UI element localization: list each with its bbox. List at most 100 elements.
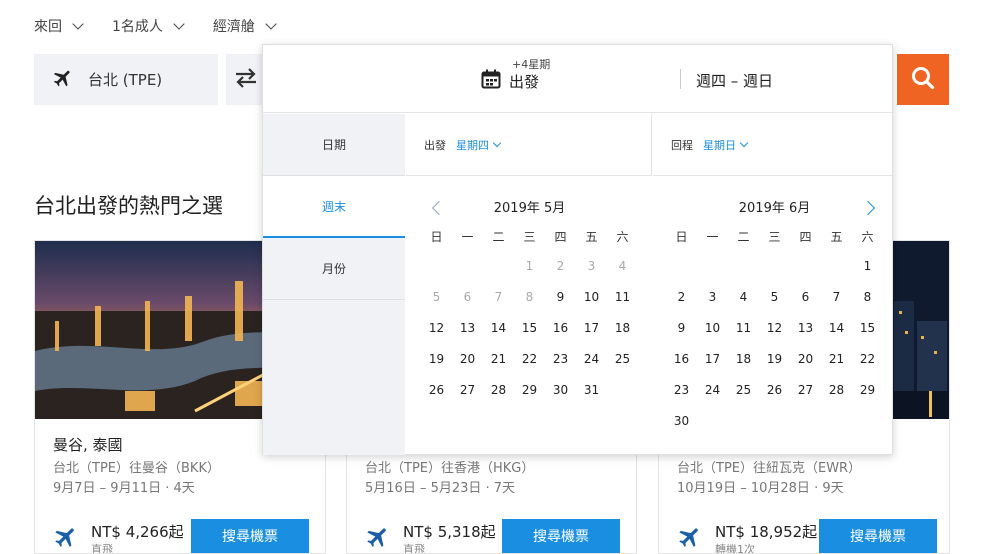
trip-options-bar: 來回 1名成人 經濟艙 — [34, 16, 277, 36]
weekday-header: 二 — [737, 230, 750, 244]
swap-button[interactable] — [226, 54, 266, 105]
calendar-day[interactable]: 29 — [852, 375, 883, 406]
calendar-day[interactable]: 25 — [728, 375, 759, 406]
search-button[interactable] — [897, 54, 949, 105]
calendar-day[interactable]: 27 — [790, 375, 821, 406]
calendar-day[interactable]: 29 — [514, 375, 545, 406]
calendar-day[interactable]: 10 — [697, 313, 728, 344]
depart-summary[interactable]: 出發 — [481, 69, 539, 93]
calendar-day[interactable]: 9 — [666, 313, 697, 344]
date-picker-popup: +4星期 出發 週四 – 週日 日期 週末 月份 出發 星期四 回程 星期日 2… — [262, 44, 894, 455]
calendar-day[interactable]: 9 — [545, 282, 576, 313]
calendar-day[interactable]: 2 — [666, 282, 697, 313]
empty-day — [790, 251, 821, 282]
calendar-day[interactable]: 21 — [821, 344, 852, 375]
empty-day — [697, 251, 728, 282]
card-price: NT$ 18,952起 — [715, 523, 818, 541]
chevron-down-icon — [72, 17, 84, 30]
calendar-day[interactable]: 31 — [576, 375, 607, 406]
calendar-day[interactable]: 18 — [607, 313, 638, 344]
plane-icon — [53, 524, 79, 553]
calendar-day[interactable]: 23 — [545, 344, 576, 375]
empty-day — [759, 251, 790, 282]
calendar-day[interactable]: 22 — [852, 344, 883, 375]
calendar-day[interactable]: 11 — [728, 313, 759, 344]
calendar-day[interactable]: 22 — [514, 344, 545, 375]
calendar-day[interactable]: 16 — [666, 344, 697, 375]
calendar-day[interactable]: 11 — [607, 282, 638, 313]
calendar-day[interactable]: 12 — [421, 313, 452, 344]
month-title: 2019年 5月 — [493, 201, 566, 216]
weekday-header: 三 — [523, 230, 536, 244]
calendar-day[interactable]: 12 — [759, 313, 790, 344]
day-grid: 日一二三四五六 1 2 3 4 5 6 7 8 9 10 11 12 13 14 15 16 17 18 19 20 21… — [666, 223, 883, 437]
card-price: NT$ 4,266起 — [91, 523, 184, 541]
trip-type-select[interactable]: 來回 — [34, 16, 84, 36]
calendar-day[interactable]: 17 — [576, 313, 607, 344]
calendar-day[interactable]: 28 — [483, 375, 514, 406]
calendar-month: 2019年 6月 日一二三四五六 1 2 3 4 5 6 7 8 9 10 11 12 13 14 15 16 1… — [666, 195, 883, 437]
calendar-day[interactable]: 19 — [421, 344, 452, 375]
search-flights-button[interactable]: 搜尋機票 — [502, 519, 620, 553]
calendar-day[interactable]: 5 — [759, 282, 790, 313]
calendar-day[interactable]: 30 — [666, 406, 697, 437]
calendar-day[interactable]: 7 — [821, 282, 852, 313]
calendar-day[interactable]: 16 — [545, 313, 576, 344]
calendar-day[interactable]: 26 — [421, 375, 452, 406]
tab-weekend[interactable]: 週末 — [263, 176, 405, 238]
calendar-day: 1 — [525, 259, 534, 273]
weekday-range[interactable]: 週四 – 週日 — [696, 70, 773, 91]
tab-dates[interactable]: 日期 — [263, 114, 405, 176]
weekday-header: 四 — [799, 230, 812, 244]
chevron-down-icon — [739, 138, 749, 148]
calendar-day[interactable]: 13 — [790, 313, 821, 344]
calendar-day[interactable]: 18 — [728, 344, 759, 375]
calendar-day[interactable]: 21 — [483, 344, 514, 375]
empty-day — [421, 251, 452, 282]
calendar-day[interactable]: 20 — [452, 344, 483, 375]
calendar-day[interactable]: 30 — [545, 375, 576, 406]
card-city: 曼谷, 泰國 — [53, 436, 123, 454]
depart-day-dropdown[interactable]: 星期四 — [456, 137, 502, 153]
calendar-day[interactable]: 15 — [514, 313, 545, 344]
chevron-down-icon — [492, 138, 502, 148]
calendar-day[interactable]: 6 — [790, 282, 821, 313]
calendar-day[interactable]: 8 — [852, 282, 883, 313]
calendar-day[interactable]: 23 — [666, 375, 697, 406]
calendar-day[interactable]: 27 — [452, 375, 483, 406]
calendar-day[interactable]: 24 — [576, 344, 607, 375]
calendar-day[interactable]: 24 — [697, 375, 728, 406]
origin-field[interactable]: 台北 (TPE) — [34, 54, 218, 105]
calendar-day[interactable]: 17 — [697, 344, 728, 375]
travelers-select[interactable]: 1名成人 — [112, 16, 185, 36]
calendar-day: 2 — [556, 259, 565, 273]
plane-icon — [677, 524, 703, 553]
return-day-dropdown[interactable]: 星期日 — [703, 137, 749, 153]
calendar-day[interactable]: 25 — [607, 344, 638, 375]
calendar-day[interactable]: 20 — [790, 344, 821, 375]
weekday-header: 六 — [861, 230, 874, 244]
weekday-header: 一 — [461, 230, 474, 244]
tab-months[interactable]: 月份 — [263, 238, 405, 300]
calendar-day[interactable]: 13 — [452, 313, 483, 344]
calendar-day[interactable]: 14 — [483, 313, 514, 344]
cabin-select[interactable]: 經濟艙 — [213, 16, 277, 36]
calendar-day[interactable]: 15 — [852, 313, 883, 344]
swap-arrows-icon — [234, 67, 258, 93]
empty-day — [452, 251, 483, 282]
calendar-day[interactable]: 4 — [728, 282, 759, 313]
calendar-day[interactable]: 19 — [759, 344, 790, 375]
search-icon — [910, 65, 936, 95]
card-stops: 直飛 — [403, 543, 425, 554]
search-flights-button[interactable]: 搜尋機票 — [191, 519, 309, 553]
calendar-day[interactable]: 28 — [821, 375, 852, 406]
calendar-day[interactable]: 3 — [697, 282, 728, 313]
plane-icon — [52, 67, 74, 93]
calendar-day[interactable]: 14 — [821, 313, 852, 344]
calendar-day: 7 — [494, 290, 503, 304]
calendar-day[interactable]: 26 — [759, 375, 790, 406]
search-flights-button[interactable]: 搜尋機票 — [819, 519, 937, 553]
calendar-day[interactable]: 1 — [852, 251, 883, 282]
calendar-day[interactable]: 10 — [576, 282, 607, 313]
weekday-header: 二 — [492, 230, 505, 244]
